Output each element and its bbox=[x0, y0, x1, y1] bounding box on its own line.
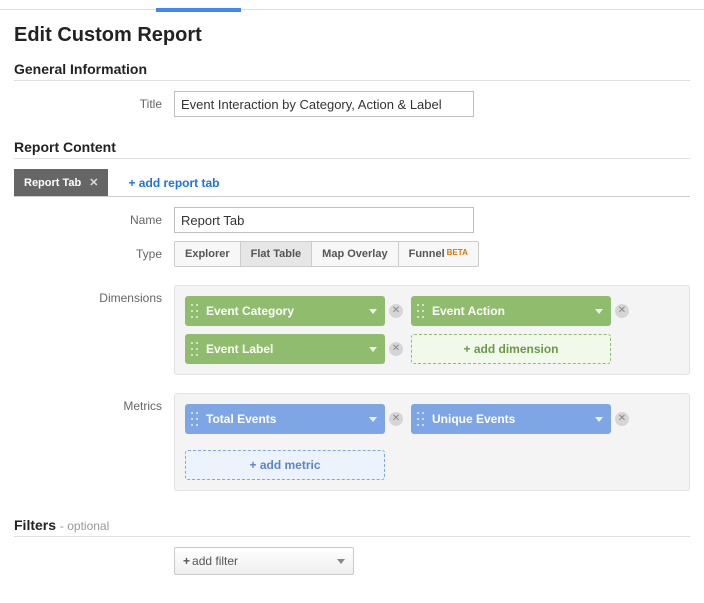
drag-handle-icon[interactable] bbox=[417, 304, 424, 318]
type-label: Type bbox=[14, 241, 174, 261]
type-map-overlay-button[interactable]: Map Overlay bbox=[312, 242, 398, 266]
dimension-pill-label: Event Action bbox=[432, 304, 505, 318]
drag-handle-icon[interactable] bbox=[191, 412, 198, 426]
chevron-down-icon bbox=[369, 309, 377, 314]
dimension-pill-label: Event Category bbox=[206, 304, 294, 318]
section-general-header: General Information bbox=[14, 61, 690, 81]
chevron-down-icon bbox=[595, 417, 603, 422]
type-toggle-group: Explorer Flat Table Map Overlay FunnelBE… bbox=[174, 241, 479, 267]
type-funnel-button[interactable]: FunnelBETA bbox=[399, 242, 478, 266]
close-icon[interactable]: ✕ bbox=[89, 176, 98, 189]
remove-dimension-button[interactable]: ✕ bbox=[389, 304, 403, 318]
dimensions-container: Event Category ✕ Event Action ✕ bbox=[174, 285, 690, 375]
page-title: Edit Custom Report bbox=[14, 24, 690, 47]
name-label: Name bbox=[14, 207, 174, 227]
report-tab-active[interactable]: Report Tab ✕ bbox=[14, 169, 108, 196]
name-input[interactable] bbox=[174, 207, 474, 233]
metric-pill[interactable]: Unique Events bbox=[411, 404, 611, 434]
report-tab-label: Report Tab bbox=[24, 177, 81, 189]
dimension-pill[interactable]: Event Category bbox=[185, 296, 385, 326]
add-filter-label: add filter bbox=[192, 554, 238, 568]
remove-metric-button[interactable]: ✕ bbox=[389, 412, 403, 426]
type-flat-table-button[interactable]: Flat Table bbox=[241, 242, 313, 266]
dimension-pill-label: Event Label bbox=[206, 342, 273, 356]
section-content-title: Report Content bbox=[14, 139, 116, 155]
chevron-down-icon bbox=[337, 559, 345, 564]
section-general-title: General Information bbox=[14, 61, 147, 77]
section-filters-optional-text: - optional bbox=[60, 519, 109, 533]
drag-handle-icon[interactable] bbox=[191, 304, 198, 318]
beta-badge: BETA bbox=[447, 248, 468, 257]
funnel-text: Funnel bbox=[409, 248, 445, 260]
drag-handle-icon[interactable] bbox=[417, 412, 424, 426]
metric-pill-label: Total Events bbox=[206, 412, 276, 426]
dimension-pill[interactable]: Event Label bbox=[185, 334, 385, 364]
chevron-down-icon bbox=[595, 309, 603, 314]
title-input[interactable] bbox=[174, 91, 474, 117]
metrics-label: Metrics bbox=[14, 393, 174, 413]
report-tab-bar: Report Tab ✕ + add report tab bbox=[14, 169, 690, 197]
section-filters-title: Filters bbox=[14, 517, 56, 533]
section-content-header: Report Content bbox=[14, 139, 690, 159]
dimension-pill[interactable]: Event Action bbox=[411, 296, 611, 326]
remove-dimension-button[interactable]: ✕ bbox=[615, 304, 629, 318]
title-label: Title bbox=[14, 91, 174, 111]
dimensions-label: Dimensions bbox=[14, 285, 174, 305]
plus-icon: + bbox=[183, 554, 190, 568]
add-metric-button[interactable]: + add metric bbox=[185, 450, 385, 480]
metrics-container: Total Events ✕ Unique Events ✕ + add met… bbox=[174, 393, 690, 491]
drag-handle-icon[interactable] bbox=[191, 342, 198, 356]
metric-pill[interactable]: Total Events bbox=[185, 404, 385, 434]
metric-pill-label: Unique Events bbox=[432, 412, 515, 426]
chevron-down-icon bbox=[369, 347, 377, 352]
chevron-down-icon bbox=[369, 417, 377, 422]
add-filter-dropdown[interactable]: + add filter bbox=[174, 547, 354, 575]
add-report-tab-link[interactable]: + add report tab bbox=[128, 176, 219, 190]
filters-label-spacer bbox=[14, 547, 174, 553]
remove-dimension-button[interactable]: ✕ bbox=[389, 342, 403, 356]
section-filters-header: Filters - optional bbox=[14, 517, 690, 537]
type-explorer-button[interactable]: Explorer bbox=[175, 242, 241, 266]
add-dimension-button[interactable]: + add dimension bbox=[411, 334, 611, 364]
top-nav-indicator bbox=[0, 0, 704, 10]
remove-metric-button[interactable]: ✕ bbox=[615, 412, 629, 426]
